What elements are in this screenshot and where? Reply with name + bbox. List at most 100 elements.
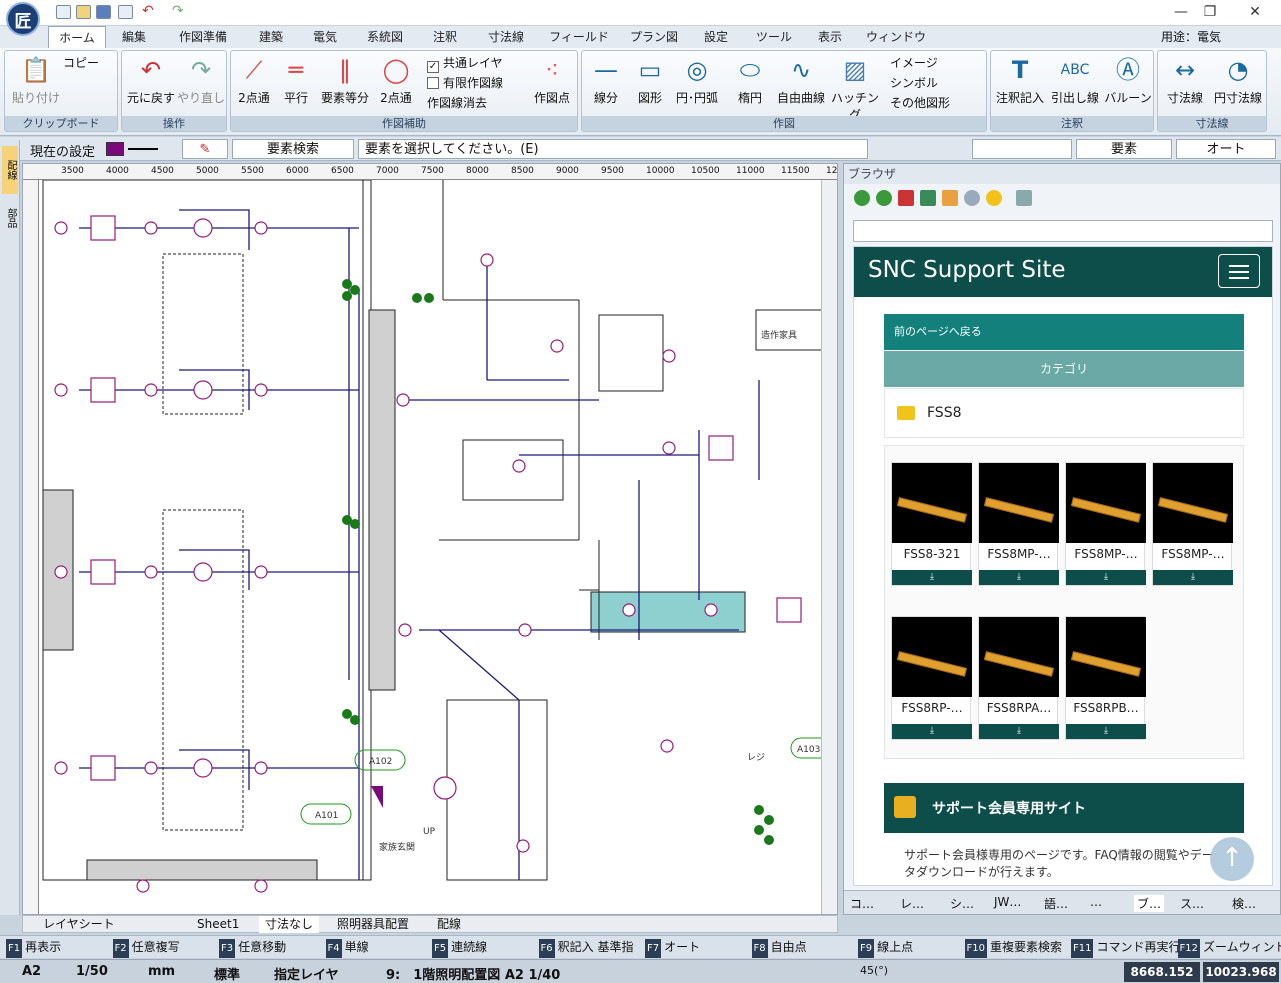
- open-icon[interactable]: [76, 5, 91, 19]
- tab-field[interactable]: フィールド: [546, 26, 612, 48]
- layer-sheet-tab[interactable]: レイヤシート: [37, 916, 121, 933]
- equal-button[interactable]: ‖ 要素等分: [317, 55, 373, 106]
- sheet-tab[interactable]: 照明器具配置: [331, 916, 415, 933]
- status-angle[interactable]: 45(°): [860, 964, 888, 977]
- fkey-f2[interactable]: F2 任意複写: [112, 938, 180, 958]
- product-card[interactable]: FSS8RPB… ⤓: [1065, 616, 1146, 740]
- drawing-canvas[interactable]: 3500 4000 4500 5000 5500 6000 6500 7000 7500 8000…: [22, 163, 838, 915]
- close-icon[interactable]: ✕: [1242, 2, 1268, 22]
- minimize-icon[interactable]: —: [1168, 2, 1194, 22]
- download-icon[interactable]: ⤓: [979, 570, 1059, 585]
- search-icon[interactable]: [964, 190, 980, 206]
- product-card[interactable]: FSS8RPA… ⤓: [978, 616, 1059, 740]
- symbol-button[interactable]: シンボル: [890, 73, 938, 93]
- panel-tab[interactable]: コ…: [850, 895, 874, 912]
- refresh-icon[interactable]: [920, 190, 936, 206]
- download-icon[interactable]: ⤓: [1066, 570, 1146, 585]
- fkey-f6[interactable]: F6 釈記入 基準指: [538, 938, 633, 958]
- panel-tab[interactable]: …: [1090, 895, 1102, 909]
- status-layer[interactable]: 指定レイヤ: [274, 964, 339, 983]
- dimension-button[interactable]: ↔ 寸法線: [1160, 55, 1210, 106]
- status-scale[interactable]: 1/50: [76, 964, 108, 979]
- other-shape-button[interactable]: その他図形: [890, 93, 950, 113]
- element-search-button[interactable]: 要素検索: [232, 139, 354, 159]
- leader-button[interactable]: ABC 引出し線: [1049, 55, 1101, 106]
- redo-icon[interactable]: ↷: [172, 4, 187, 19]
- line-button[interactable]: — 線分: [586, 55, 626, 106]
- status-unit[interactable]: mm: [148, 964, 175, 979]
- sheet-tab[interactable]: 配線: [431, 916, 467, 933]
- shared-layer-check[interactable]: ✓ 共通レイヤ: [427, 53, 503, 73]
- hamburger-menu-icon[interactable]: [1218, 254, 1260, 288]
- auto-dropdown[interactable]: オート: [1176, 139, 1276, 159]
- site-title[interactable]: SNC Support Site: [868, 257, 1066, 283]
- tab-plan[interactable]: プラン図: [624, 26, 684, 48]
- line-style-icon[interactable]: [128, 148, 158, 150]
- fkey-f5[interactable]: F5 連続線: [432, 938, 487, 958]
- panel-tab-active[interactable]: ブ…: [1134, 895, 1165, 912]
- app-logo[interactable]: 匠: [6, 2, 40, 36]
- new-icon[interactable]: [56, 5, 71, 19]
- redo-button[interactable]: ↷ やり直し: [176, 55, 226, 106]
- two-point-circle-button[interactable]: ◯ 2点通: [375, 55, 417, 106]
- download-icon[interactable]: ⤓: [1066, 724, 1146, 739]
- print-icon[interactable]: [118, 5, 133, 19]
- restore-icon[interactable]: ❐: [1197, 2, 1223, 22]
- product-card[interactable]: FSS8MP-… ⤓: [1065, 462, 1146, 586]
- input-field[interactable]: [972, 139, 1072, 159]
- point-button[interactable]: ⁖ 作図点: [529, 55, 575, 106]
- hatch-button[interactable]: ▨ ハッチング: [828, 55, 882, 123]
- tab-window[interactable]: ウィンドウ: [864, 26, 928, 48]
- status-paper[interactable]: A2: [22, 964, 41, 979]
- balloon-button[interactable]: Ⓐ バルーン: [1103, 55, 1153, 106]
- product-card[interactable]: FSS8RP-… ⤓: [891, 616, 972, 740]
- tab-tools[interactable]: ツール: [748, 26, 800, 48]
- back-icon[interactable]: [854, 190, 870, 206]
- pen-icon[interactable]: ✎: [182, 139, 228, 159]
- panel-tab[interactable]: JW…: [994, 895, 1021, 909]
- download-icon[interactable]: ⤓: [979, 724, 1059, 739]
- copy-button[interactable]: コピー: [63, 53, 99, 73]
- fkey-f1[interactable]: F1 再表示: [6, 938, 61, 958]
- undo-button[interactable]: ↶ 元に戻す: [126, 55, 176, 106]
- folder-item[interactable]: FSS8: [884, 388, 1244, 438]
- product-card[interactable]: FSS8MP-… ⤓: [1152, 462, 1233, 586]
- erase-line-button[interactable]: 作図線消去: [427, 93, 487, 113]
- image-button[interactable]: イメージ: [890, 53, 938, 73]
- circle-button[interactable]: ◎ 円･円弧: [672, 55, 722, 106]
- paste-button[interactable]: 📋 貼り付け: [9, 55, 63, 106]
- sheet-tab[interactable]: Sheet1: [191, 916, 245, 933]
- tab-elec[interactable]: 電気: [304, 26, 346, 48]
- tab-system[interactable]: 系統図: [358, 26, 412, 48]
- fkey-f4[interactable]: F4 単線: [325, 938, 369, 958]
- fkey-f12[interactable]: F12 ズームウィンド: [1177, 938, 1281, 958]
- usage-label[interactable]: 用途：電気: [1161, 28, 1221, 45]
- download-icon[interactable]: ⤓: [1153, 570, 1233, 585]
- status-mode[interactable]: 標準: [214, 964, 240, 983]
- shape-button[interactable]: ▭ 図形: [630, 55, 670, 106]
- floor-plan[interactable]: A102 A101 A103 UP 家族玄関 造作家具 レジ: [39, 180, 838, 915]
- tab-arch[interactable]: 建築: [250, 26, 292, 48]
- panel-tab[interactable]: シ…: [950, 895, 974, 912]
- tab-settings[interactable]: 設定: [696, 26, 736, 48]
- stop-icon[interactable]: [898, 190, 914, 206]
- two-point-button[interactable]: ⟋ 2点通: [233, 55, 275, 106]
- home-icon[interactable]: [942, 190, 958, 206]
- url-input[interactable]: [853, 220, 1273, 242]
- scroll-up-icon[interactable]: ↑: [1210, 837, 1254, 881]
- circle-dim-button[interactable]: ◔ 円寸法線: [1210, 55, 1266, 106]
- panel-tab[interactable]: ス…: [1180, 895, 1204, 912]
- download-icon[interactable]: ⤓: [892, 570, 972, 585]
- forward-icon[interactable]: [876, 190, 892, 206]
- parallel-button[interactable]: ═ 平行: [277, 55, 315, 106]
- fkey-f9[interactable]: F9 線上点: [858, 938, 913, 958]
- element-dropdown[interactable]: 要素: [1076, 139, 1172, 159]
- tab-view[interactable]: 表示: [810, 26, 850, 48]
- limited-line-check[interactable]: 有限作図線: [427, 73, 503, 93]
- save-icon[interactable]: [96, 5, 111, 19]
- tab-edit[interactable]: 編集: [112, 26, 156, 48]
- favorite-icon[interactable]: [986, 190, 1002, 206]
- ellipse-button[interactable]: ⬭ 楕円: [730, 55, 770, 106]
- tab-dim[interactable]: 寸法線: [478, 26, 534, 48]
- curve-button[interactable]: ∿ 自由曲線: [772, 55, 830, 106]
